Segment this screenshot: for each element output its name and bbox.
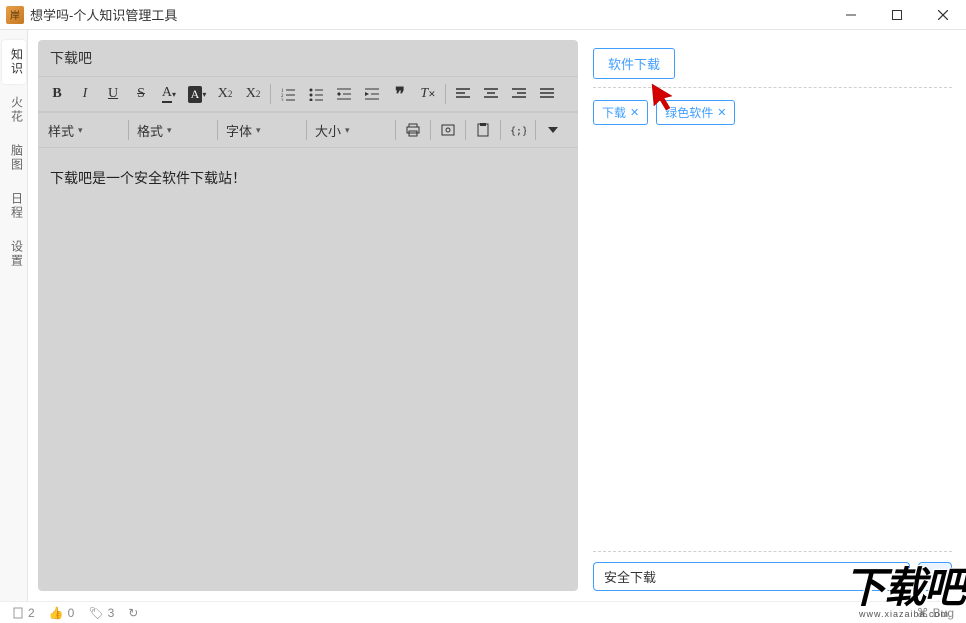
separator: [217, 120, 218, 140]
tag-row: 下载 ✕ 绿色软件 ✕: [593, 87, 952, 125]
format-select[interactable]: 格式: [133, 117, 213, 143]
font-select[interactable]: 字体: [222, 117, 302, 143]
strikethrough-button[interactable]: S: [128, 81, 154, 107]
separator: [465, 120, 466, 140]
tag-input-row: +: [593, 551, 952, 591]
underline-button[interactable]: U: [100, 81, 126, 107]
unordered-list-button[interactable]: [303, 81, 329, 107]
tag-label: 绿色软件: [665, 104, 713, 121]
status-refresh[interactable]: ↻: [128, 606, 138, 620]
blockquote-button[interactable]: ❞: [387, 81, 413, 107]
separator: [270, 84, 271, 104]
bug-icon: ⌘: [917, 606, 929, 620]
clear-format-button[interactable]: T✕: [415, 81, 441, 107]
status-tags-count: 3: [108, 606, 115, 620]
status-favorites-count: 0: [68, 606, 75, 620]
separator: [128, 120, 129, 140]
document-title-input[interactable]: [38, 40, 578, 76]
tag-remove-icon[interactable]: ✕: [630, 106, 639, 119]
status-favorites[interactable]: 👍 0: [49, 606, 75, 620]
category-button[interactable]: 软件下载: [593, 48, 675, 79]
tag-input[interactable]: [593, 562, 910, 591]
paste-button[interactable]: [470, 117, 496, 143]
editor-toolbar-row2: 样式 格式 字体 大小 {;}: [38, 112, 578, 148]
status-docs[interactable]: 2: [12, 606, 35, 620]
title-bar: 岸 想学吗-个人知识管理工具: [0, 0, 966, 30]
tag-icon: 🏷: [88, 606, 103, 620]
tag-item[interactable]: 绿色软件 ✕: [656, 100, 735, 125]
bold-button[interactable]: B: [44, 81, 70, 107]
source-button[interactable]: [435, 117, 461, 143]
editor-column: B I U S A ▾ A ▾ X2 X2 123 ❞ T✕: [28, 30, 578, 601]
align-justify-button[interactable]: [534, 81, 560, 107]
superscript-button[interactable]: X2: [240, 81, 266, 107]
code-button[interactable]: {;}: [505, 117, 531, 143]
tag-item[interactable]: 下载 ✕: [593, 100, 648, 125]
size-select[interactable]: 大小: [311, 117, 391, 143]
separator: [395, 120, 396, 140]
align-center-button[interactable]: [478, 81, 504, 107]
align-right-button[interactable]: [506, 81, 532, 107]
status-tags[interactable]: 🏷 3: [88, 606, 114, 620]
sidebar-item-schedule[interactable]: 日程: [2, 184, 26, 228]
separator: [500, 120, 501, 140]
style-select[interactable]: 样式: [44, 117, 124, 143]
tag-remove-icon[interactable]: ✕: [717, 106, 726, 119]
italic-button[interactable]: I: [72, 81, 98, 107]
more-button[interactable]: [540, 117, 566, 143]
separator: [430, 120, 431, 140]
maximize-button[interactable]: [874, 0, 920, 30]
separator: [445, 84, 446, 104]
sidebar-item-spark[interactable]: 火花: [2, 88, 26, 132]
indent-button[interactable]: [359, 81, 385, 107]
editor-body[interactable]: 下载吧是一个安全软件下载站！: [38, 148, 578, 591]
editor-toolbar-row1: B I U S A ▾ A ▾ X2 X2 123 ❞ T✕: [38, 76, 578, 112]
right-panel: 软件下载 下载 ✕ 绿色软件 ✕ +: [578, 30, 966, 601]
ordered-list-button[interactable]: 123: [275, 81, 301, 107]
thumbs-up-icon: 👍: [49, 606, 64, 620]
subscript-button[interactable]: X2: [212, 81, 238, 107]
status-bug-label: Bug: [933, 606, 954, 620]
sidebar-item-mindmap[interactable]: 脑图: [2, 136, 26, 180]
font-color-button[interactable]: A ▾: [156, 81, 182, 107]
add-tag-button[interactable]: +: [918, 562, 952, 591]
app-title: 想学吗-个人知识管理工具: [30, 5, 828, 24]
sidebar-item-settings[interactable]: 设置: [2, 232, 26, 276]
tag-label: 下载: [602, 104, 626, 121]
minimize-button[interactable]: [828, 0, 874, 30]
status-bug[interactable]: ⌘ Bug: [917, 606, 954, 620]
status-bar: 2 👍 0 🏷 3 ↻ ⌘ Bug: [0, 601, 966, 623]
align-left-button[interactable]: [450, 81, 476, 107]
separator: [535, 120, 536, 140]
window-controls: [828, 0, 966, 30]
svg-text:{;}: {;}: [510, 126, 526, 137]
separator: [306, 120, 307, 140]
print-button[interactable]: [400, 117, 426, 143]
document-icon: [12, 607, 24, 619]
background-color-button[interactable]: A ▾: [184, 81, 210, 107]
status-docs-count: 2: [28, 606, 35, 620]
sidebar: 知识 火花 脑图 日程 设置: [0, 30, 28, 601]
sidebar-item-knowledge[interactable]: 知识: [2, 40, 26, 84]
app-icon: 岸: [6, 6, 24, 24]
refresh-icon: ↻: [128, 606, 138, 620]
close-button[interactable]: [920, 0, 966, 30]
svg-text:3: 3: [281, 99, 284, 101]
outdent-button[interactable]: [331, 81, 357, 107]
